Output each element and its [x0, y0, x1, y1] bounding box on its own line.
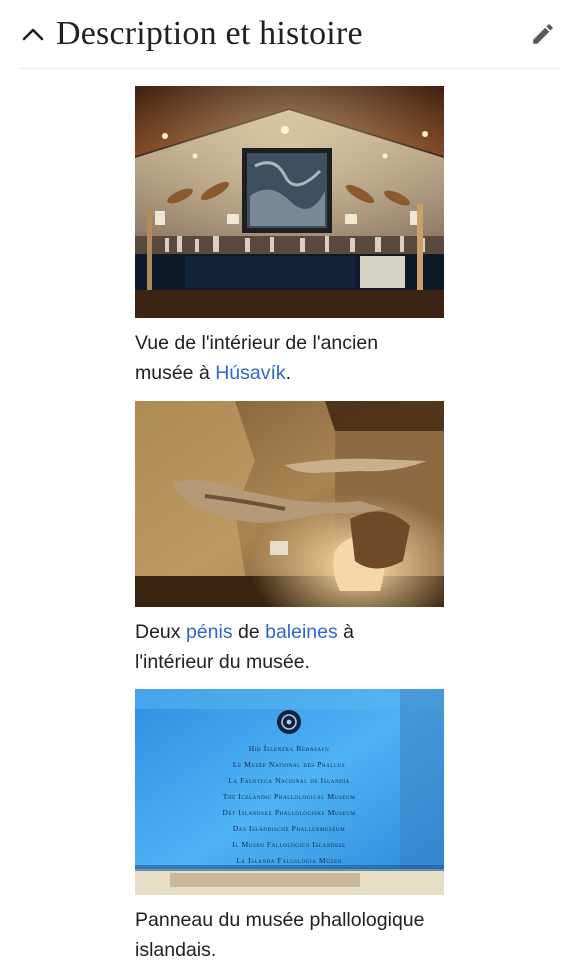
caption-whale-specimens: Deux pénis de baleines à l'intérieur du … [135, 617, 444, 677]
caption-text: Deux [135, 621, 186, 643]
figure-whale-specimens: Deux pénis de baleines à l'intérieur du … [135, 401, 444, 677]
sign-line: Det Islandske Phallologiske Museum [222, 808, 355, 817]
pencil-icon[interactable] [528, 19, 558, 49]
museum-interior-photo[interactable] [135, 86, 444, 318]
section-title[interactable]: Description et histoire [56, 15, 528, 53]
sign-line: La Faloteca Nacional de Islandia [228, 776, 350, 785]
section-header: Description et histoire [20, 0, 560, 69]
link-penis[interactable]: pénis [186, 621, 233, 643]
caption-museum-sign: Panneau du musée phallologique islandais… [135, 905, 444, 965]
caption-text: de [232, 621, 266, 643]
caption-museum-interior: Vue de l'intérieur de l'ancien musée à H… [135, 328, 444, 388]
caption-text: musée à [135, 362, 216, 384]
museum-sign-photo[interactable]: Hið Íslenzka Reðasafn Le Musée National … [135, 689, 444, 895]
caption-text: . [285, 362, 292, 384]
sign-line: Il Museo Fallologico Islandese [232, 840, 346, 849]
sign-line: Hið Íslenzka Reðasafn [249, 743, 330, 753]
chevron-up-icon[interactable] [20, 21, 46, 47]
caption-text: islandais. [135, 939, 217, 961]
caption-text: Vue de l'intérieur de l'ancien [135, 332, 379, 354]
sign-line: Das Isländische Phallusmuseum [233, 824, 346, 833]
link-husavik[interactable]: Húsavík [215, 362, 285, 384]
figure-museum-sign: Hið Íslenzka Reðasafn Le Musée National … [135, 689, 444, 965]
caption-text: à [337, 621, 355, 643]
sign-line: La Islanda Faluslogia Muzeo [236, 856, 342, 865]
caption-text: l'intérieur du musée. [135, 651, 310, 673]
whale-specimens-photo[interactable] [135, 401, 444, 607]
sign-line: The Icelandic Phallological Museum [223, 792, 356, 801]
link-baleines[interactable]: baleines [265, 621, 338, 643]
sign-line: Le Musée National des Phallus [233, 760, 345, 769]
caption-text: Panneau du musée phallologique [135, 909, 425, 931]
figure-museum-interior: Vue de l'intérieur de l'ancien musée à H… [135, 86, 444, 388]
